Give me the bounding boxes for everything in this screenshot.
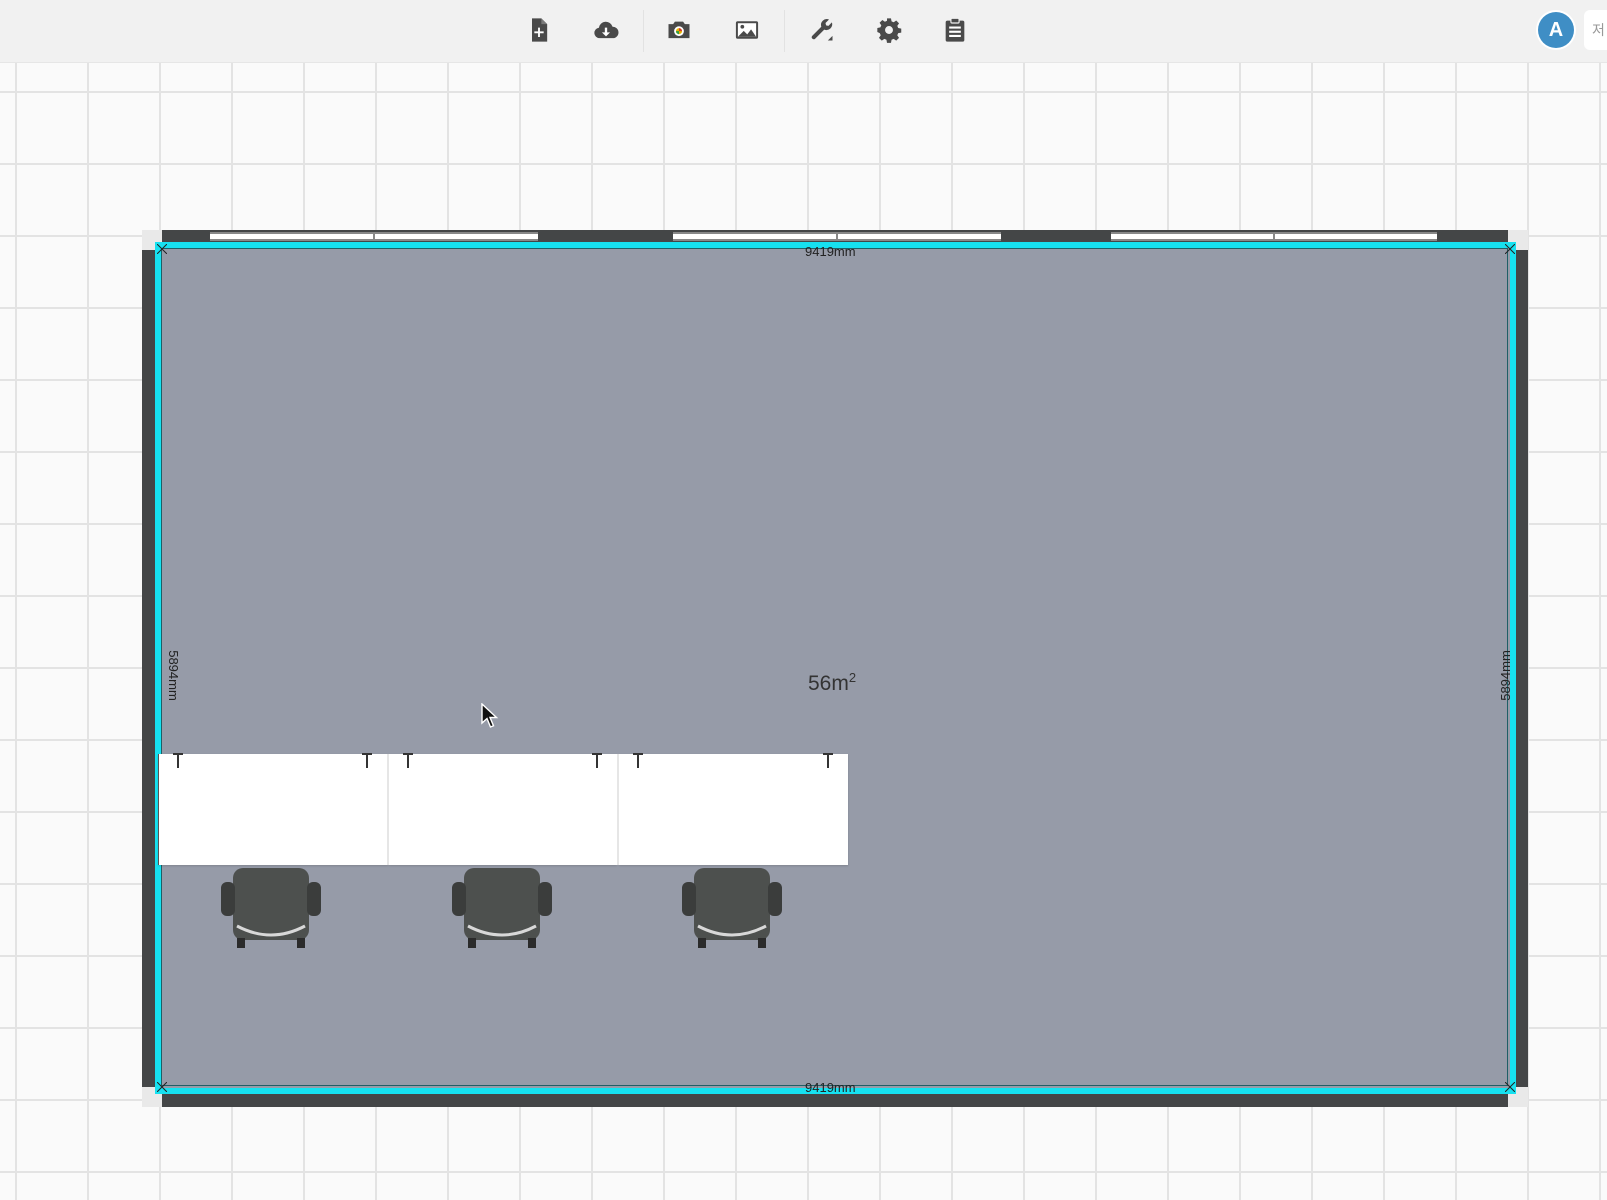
image-icon: [735, 21, 759, 39]
top-toolbar: A 저: [0, 0, 1607, 63]
floor-edge-line: [161, 248, 1508, 1086]
desk-divider: [387, 754, 389, 865]
desk[interactable]: [158, 754, 388, 865]
toolbar-separator: [784, 10, 785, 52]
room-area-label: 56m2: [808, 670, 856, 696]
image-button[interactable]: [729, 12, 765, 48]
area-unit: 2: [848, 670, 857, 685]
pin-icon: [173, 753, 183, 768]
tools-button[interactable]: [804, 12, 840, 48]
pin-icon: [403, 753, 413, 768]
dimension-left: 5894mm: [165, 650, 181, 701]
cloud-download-button[interactable]: [588, 12, 624, 48]
corner-marker-icon: [157, 244, 167, 254]
corner-marker-icon: [157, 1082, 167, 1092]
mouse-cursor-icon: [481, 703, 499, 728]
office-chair[interactable]: [682, 868, 782, 948]
dimension-bottom: 9419mm: [805, 1080, 856, 1095]
clipboard-icon: [945, 17, 965, 42]
pin-icon: [633, 753, 643, 768]
dimension-top: 9419mm: [805, 244, 856, 259]
clipboard-button[interactable]: [937, 12, 973, 48]
pin-icon: [592, 753, 602, 768]
language-tab[interactable]: 저: [1584, 10, 1607, 50]
settings-button[interactable]: [871, 12, 907, 48]
desk[interactable]: [619, 754, 848, 865]
pin-icon: [823, 753, 833, 768]
office-chair[interactable]: [452, 868, 552, 948]
dimension-right: 5894mm: [1497, 650, 1513, 701]
cloud-download-icon: [594, 21, 619, 39]
pin-icon: [362, 753, 372, 768]
desk-edge: [158, 754, 159, 865]
desk[interactable]: [389, 754, 617, 865]
user-avatar[interactable]: A: [1538, 12, 1574, 48]
file-plus-icon: [532, 18, 548, 42]
camera-icon: [668, 21, 690, 39]
desk-divider: [617, 754, 619, 865]
new-document-button[interactable]: [521, 12, 557, 48]
window[interactable]: [673, 232, 1001, 241]
camera-button[interactable]: [661, 12, 697, 48]
gear-icon: [877, 18, 902, 43]
wrench-icon: [811, 19, 833, 41]
office-chair[interactable]: [221, 868, 321, 948]
corner-marker-icon: [1505, 244, 1515, 254]
corner-marker-icon: [1505, 1082, 1515, 1092]
window[interactable]: [210, 232, 538, 241]
window[interactable]: [1111, 232, 1437, 241]
toolbar-separator: [643, 10, 644, 52]
area-value: 56m: [808, 672, 849, 695]
